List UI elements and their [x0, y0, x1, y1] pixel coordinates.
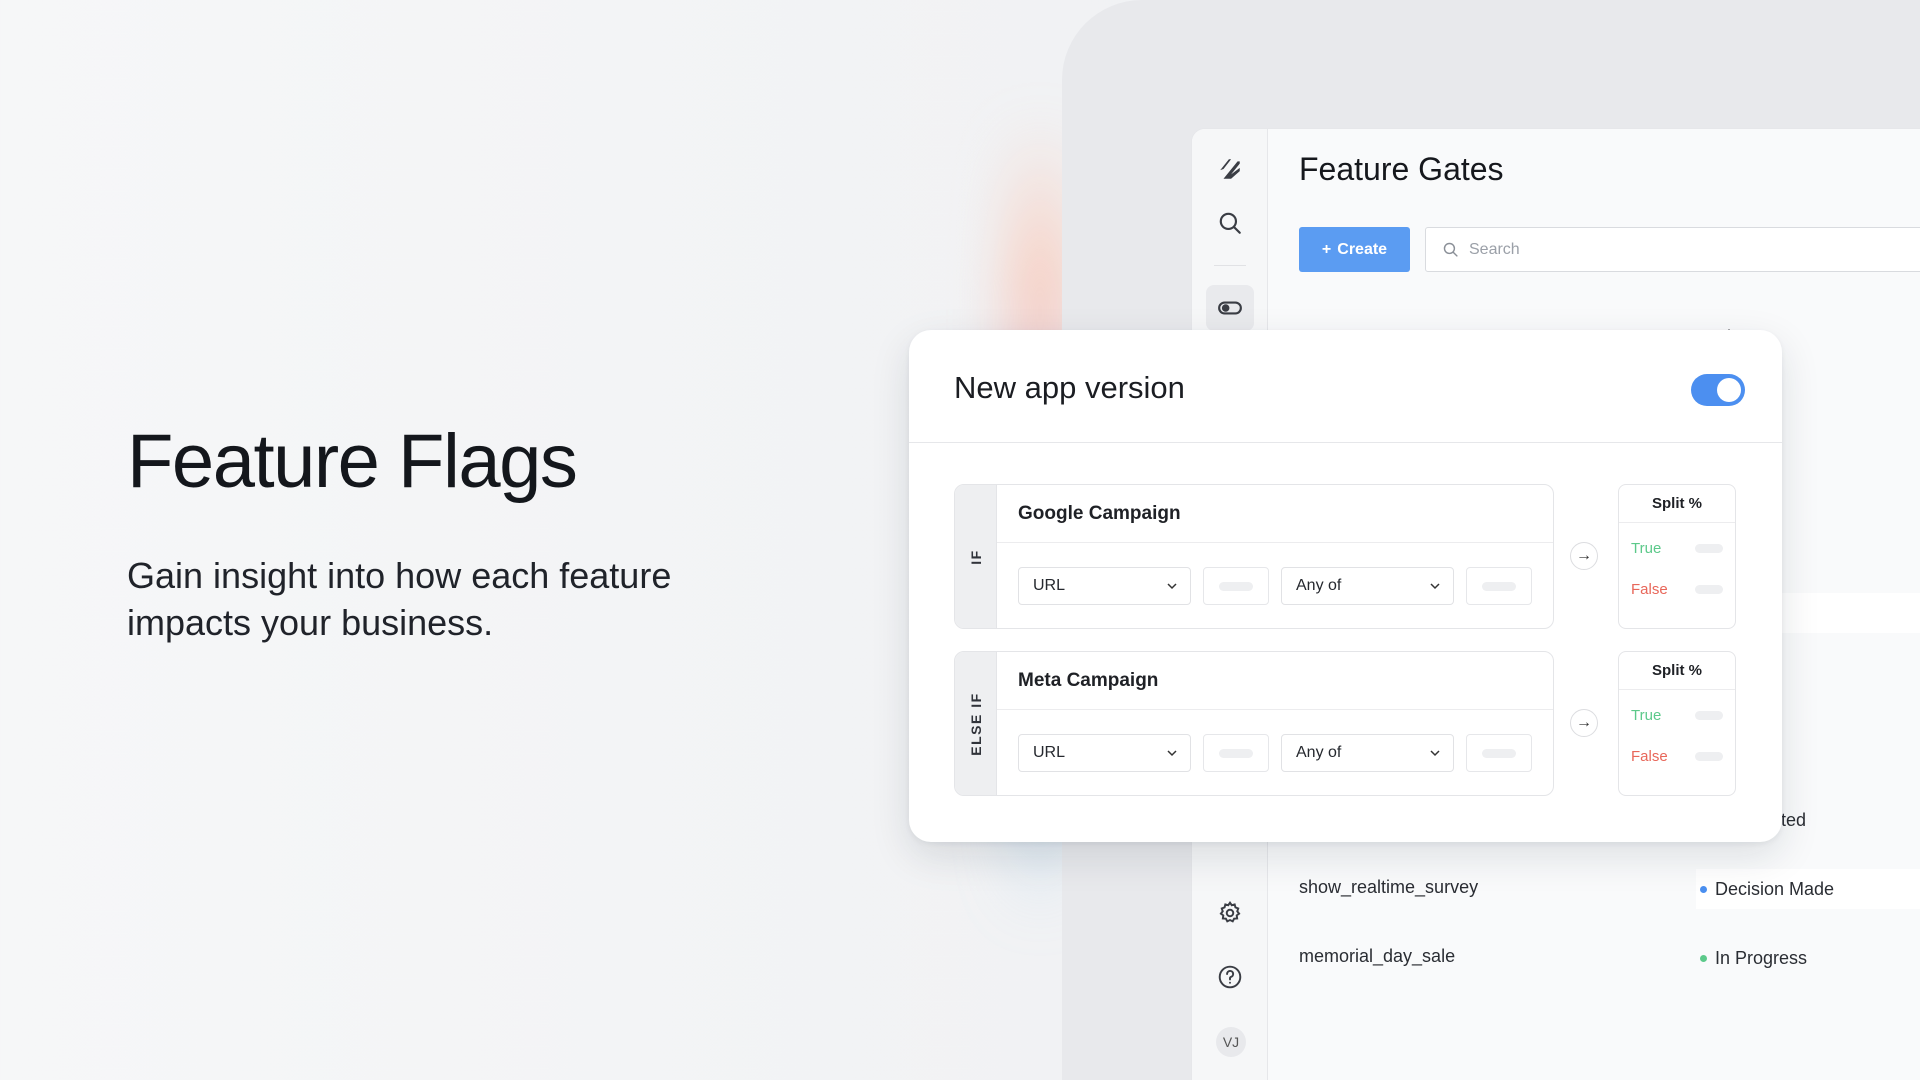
hero-subtitle: Gain insight into how each feature impac… — [127, 554, 672, 644]
search-input[interactable]: Search — [1425, 227, 1920, 272]
false-label: False — [1631, 580, 1668, 598]
field-select-value: URL — [1033, 744, 1066, 761]
split-false-row[interactable]: False — [1631, 746, 1723, 766]
rule-block: ELSE IF Meta Campaign URL Any of — [954, 651, 1554, 796]
split-panel: Split % True False — [1618, 484, 1736, 629]
field-select[interactable]: URL — [1018, 734, 1191, 772]
arrow-right-icon: → — [1570, 542, 1598, 570]
gear-icon[interactable] — [1214, 897, 1246, 929]
search-icon[interactable] — [1214, 207, 1246, 239]
avatar[interactable]: VJ — [1216, 1027, 1246, 1057]
gate-row[interactable]: show_realtime_survey Decision Made — [1269, 869, 1920, 909]
split-value-pill — [1695, 543, 1723, 553]
chevron-down-icon — [1430, 583, 1440, 590]
false-label: False — [1631, 747, 1668, 765]
operator-select[interactable]: Any of — [1281, 567, 1454, 605]
status-text: In Progress — [1715, 947, 1808, 968]
card-divider — [909, 442, 1782, 443]
split-panel: Split % True False — [1618, 651, 1736, 796]
hero-title: Feature Flags — [127, 419, 578, 504]
search-field-icon — [1443, 242, 1458, 257]
field-select[interactable]: URL — [1018, 567, 1191, 605]
help-icon[interactable] — [1214, 961, 1246, 993]
split-true-row[interactable]: True — [1631, 538, 1723, 558]
placeholder-pill — [1219, 581, 1253, 591]
rule-name[interactable]: Google Campaign — [997, 485, 1553, 543]
rule-condition-tag: IF — [955, 485, 997, 628]
field-select-value: URL — [1033, 577, 1066, 594]
create-label: Create — [1337, 240, 1388, 258]
rule-tag-label: ELSE IF — [967, 691, 984, 756]
status-text: Decision Made — [1715, 878, 1835, 899]
split-header: Split % — [1619, 485, 1735, 523]
rule-condition-tag: ELSE IF — [955, 652, 997, 795]
chevron-down-icon — [1167, 583, 1177, 590]
value-input[interactable] — [1203, 567, 1269, 605]
value-input[interactable] — [1203, 734, 1269, 772]
gate-name: show_realtime_survey — [1299, 877, 1479, 897]
split-header: Split % — [1619, 652, 1735, 690]
chevron-down-icon — [1167, 750, 1177, 757]
toggle-icon[interactable] — [1206, 285, 1254, 331]
rule-block: IF Google Campaign URL Any of — [954, 484, 1554, 629]
search-placeholder: Search — [1469, 240, 1520, 258]
gate-detail-card: New app version IF Google Campaign URL Any … — [909, 330, 1782, 842]
status-badge: Decision Made — [1696, 869, 1920, 909]
chevron-down-icon — [1430, 750, 1440, 757]
status-dot-icon — [1700, 885, 1707, 893]
gate-row[interactable]: memorial_day_sale In Progress — [1269, 938, 1920, 978]
card-title: New app version — [954, 370, 1185, 405]
plus-icon: + — [1321, 240, 1332, 258]
status-dot-icon — [1700, 954, 1707, 962]
operator-select-value: Any of — [1296, 744, 1342, 761]
split-value-pill — [1695, 710, 1723, 720]
true-label: True — [1631, 539, 1662, 557]
enable-toggle[interactable] — [1691, 374, 1745, 406]
placeholder-pill — [1482, 581, 1516, 591]
operator-select-value: Any of — [1296, 577, 1342, 594]
page-title: Feature Gates — [1299, 151, 1504, 187]
arrow-right-icon: → — [1570, 709, 1598, 737]
toggle-knob — [1717, 378, 1741, 402]
status-badge: In Progress — [1696, 938, 1920, 978]
split-value-pill — [1695, 584, 1723, 594]
split-true-row[interactable]: True — [1631, 705, 1723, 725]
operator-select[interactable]: Any of — [1281, 734, 1454, 772]
logo-icon[interactable] — [1214, 153, 1246, 185]
placeholder-pill — [1482, 748, 1516, 758]
values-input[interactable] — [1466, 567, 1532, 605]
split-false-row[interactable]: False — [1631, 579, 1723, 599]
true-label: True — [1631, 706, 1662, 724]
split-value-pill — [1695, 751, 1723, 761]
rail-divider — [1214, 265, 1246, 266]
values-input[interactable] — [1466, 734, 1532, 772]
hero: Feature Flags Gain insight into how each… — [127, 420, 827, 647]
gate-name: memorial_day_sale — [1299, 946, 1456, 966]
rule-name[interactable]: Meta Campaign — [997, 652, 1553, 710]
rule-tag-label: IF — [967, 548, 984, 565]
create-button[interactable]: + Create — [1299, 227, 1410, 272]
placeholder-pill — [1219, 748, 1253, 758]
